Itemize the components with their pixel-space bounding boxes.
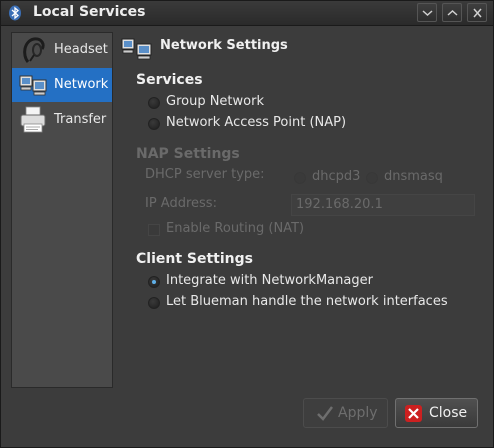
- sidebar-item-label: Transfer: [54, 112, 107, 127]
- window-title: Local Services: [33, 4, 146, 20]
- chevron-down-icon: [422, 10, 433, 17]
- close-icon: [405, 405, 422, 422]
- client-settings-title: Client Settings: [136, 251, 253, 267]
- close-icon: [473, 8, 482, 18]
- sidebar-item-transfer[interactable]: Transfer: [12, 103, 112, 137]
- ip-address-label: IP Address:: [145, 196, 217, 211]
- network-settings-panel: Network Settings Services Group Network …: [113, 32, 485, 388]
- close-button[interactable]: Close: [395, 398, 478, 428]
- radio-button[interactable]: [366, 172, 378, 184]
- apply-button[interactable]: Apply: [303, 398, 388, 428]
- headset-icon: [23, 37, 45, 63]
- local-services-window: Local Services Headset Network Transfer …: [0, 0, 494, 448]
- title-bar: Local Services: [1, 1, 493, 26]
- services-section-title: Services: [136, 72, 203, 88]
- network-icon: [121, 38, 152, 60]
- radio-button[interactable]: [294, 172, 306, 184]
- nap-settings-title: NAP Settings: [136, 146, 240, 162]
- enable-routing-label: Enable Routing (NAT): [166, 221, 305, 236]
- sidebar-item-label: Headset: [54, 42, 108, 57]
- radio-button[interactable]: [148, 118, 160, 130]
- sidebar-item-headset[interactable]: Headset: [12, 33, 112, 67]
- sidebar-item-network[interactable]: Network: [12, 68, 112, 102]
- minimize-button[interactable]: [417, 3, 437, 22]
- radio-button-selected[interactable]: [148, 276, 160, 288]
- ip-address-field[interactable]: 192.168.20.1: [291, 194, 475, 216]
- network-icon: [19, 75, 47, 96]
- maximize-button[interactable]: [442, 3, 462, 22]
- sidebar-item-label: Network: [54, 77, 109, 92]
- printer-icon: [20, 106, 46, 133]
- radio-button[interactable]: [148, 97, 160, 109]
- page-title: Network Settings: [160, 38, 288, 53]
- window-close-button[interactable]: [467, 3, 487, 22]
- dhcp-server-label: DHCP server type:: [145, 167, 265, 182]
- bluetooth-icon: [9, 5, 21, 21]
- enable-routing-checkbox[interactable]: [148, 224, 160, 236]
- chevron-up-icon: [447, 9, 458, 16]
- service-sidebar: Headset Network Transfer: [11, 32, 113, 388]
- radio-button[interactable]: [148, 297, 160, 309]
- checkmark-icon: [317, 406, 333, 421]
